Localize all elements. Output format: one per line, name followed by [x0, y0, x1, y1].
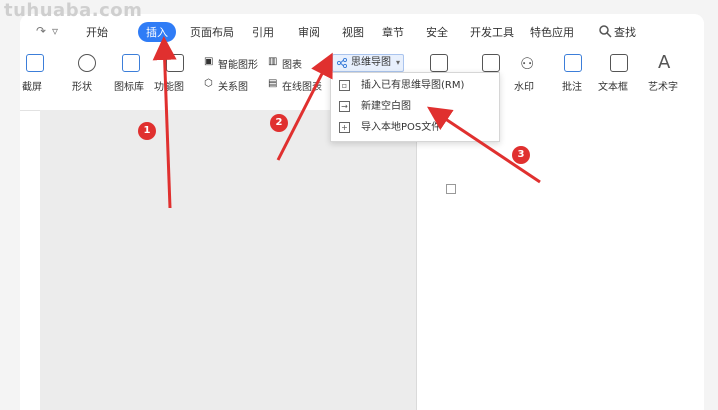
- screenshot-frame: tuhuaba.com ↷ ▿ 开始 插入 页面布局 引用 审阅 视图 章节 安…: [0, 0, 718, 410]
- annotation-arrows: [152, 36, 541, 209]
- step-badge-1: 1: [138, 122, 156, 140]
- arrow-2: [276, 52, 333, 161]
- step-badge-3: 3: [512, 146, 530, 164]
- arrow-1: [152, 36, 177, 209]
- step-badge-2: 2: [270, 114, 288, 132]
